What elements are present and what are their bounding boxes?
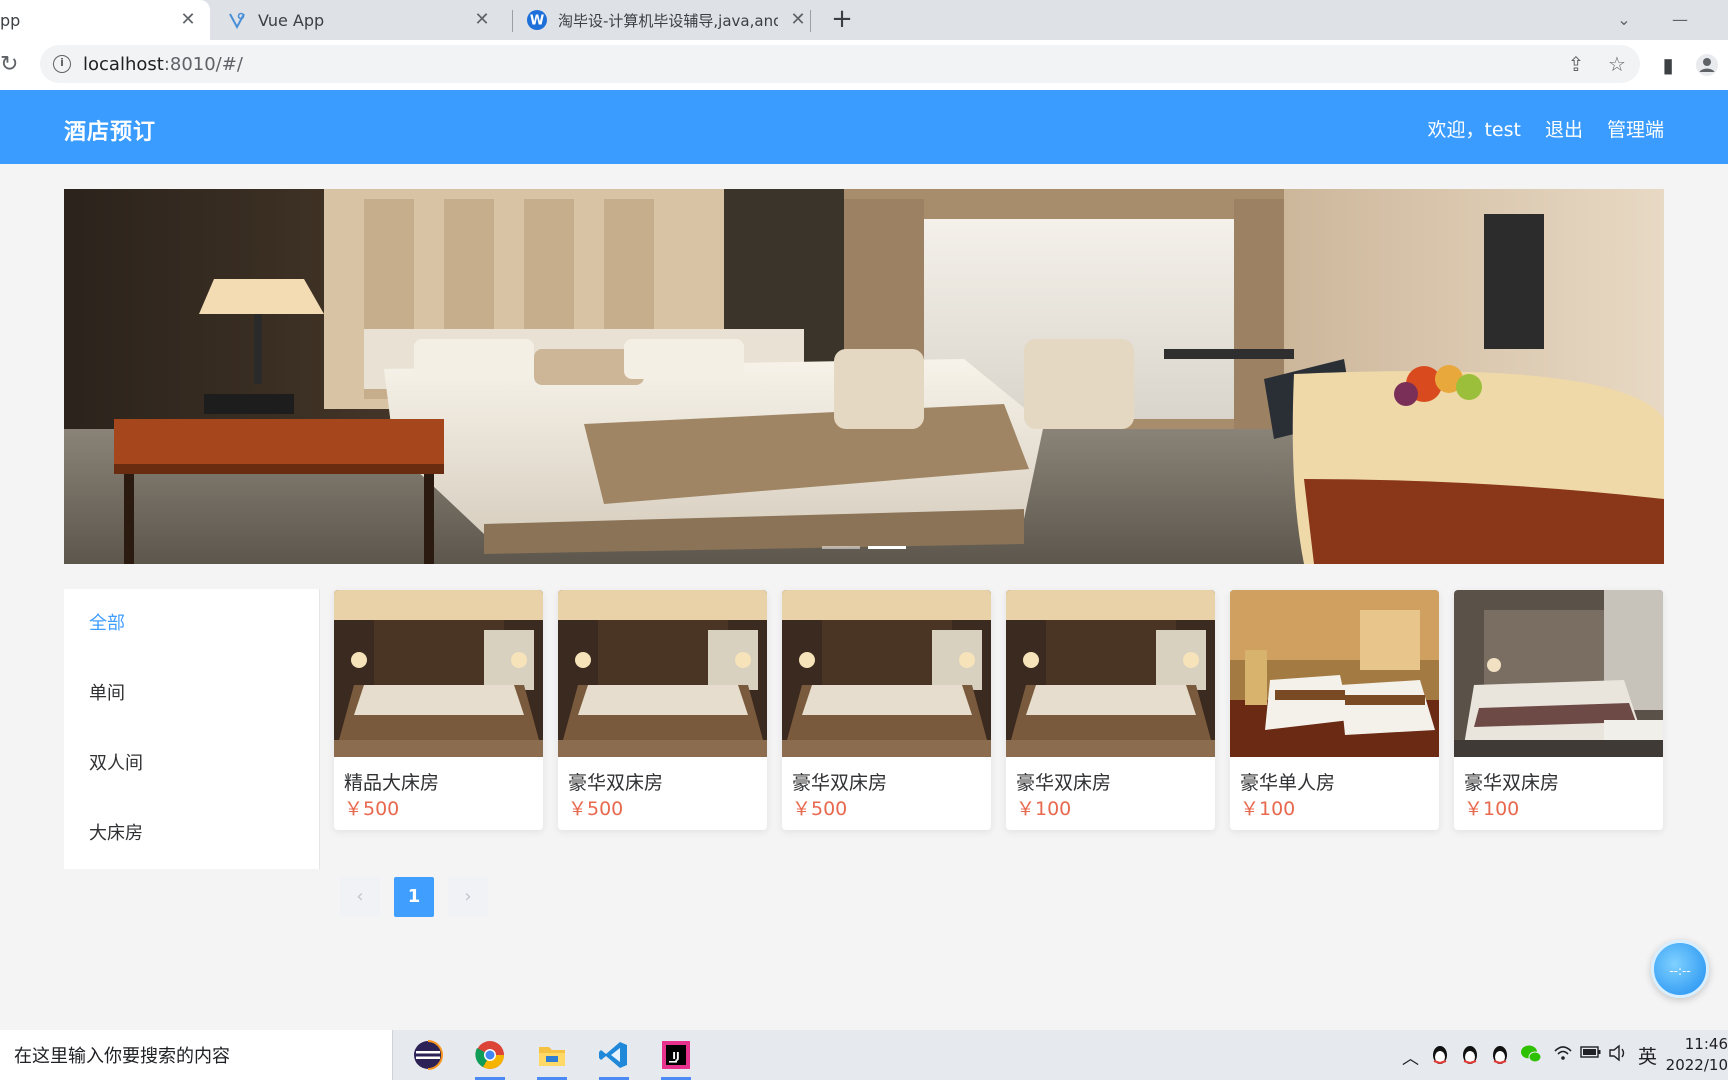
carousel-dot-active[interactable] bbox=[868, 546, 906, 549]
svg-text:IJ: IJ bbox=[672, 1051, 679, 1062]
room-price: ￥100 bbox=[1464, 798, 1520, 820]
welcome-user[interactable]: 欢迎，test bbox=[1427, 115, 1521, 142]
room-name: 豪华双床房 bbox=[1016, 772, 1112, 794]
room-card[interactable]: 豪华双床房 ￥100 bbox=[1006, 590, 1215, 830]
app-header: 酒店预订 欢迎，test 退出 管理端 bbox=[0, 90, 1728, 164]
site-info-icon[interactable]: i bbox=[53, 55, 71, 73]
minimize-icon[interactable]: — bbox=[1668, 8, 1692, 32]
wechat-tray-icon[interactable] bbox=[1520, 1044, 1542, 1069]
close-icon[interactable]: ✕ bbox=[178, 10, 198, 30]
battery-icon[interactable] bbox=[1580, 1044, 1602, 1064]
browser-tab-bar: pp ✕ Vue App ✕ W 淘毕设-计算机毕设辅导,java,and ✕ … bbox=[0, 0, 1728, 40]
vue-favicon-icon bbox=[226, 9, 248, 31]
qq-tray-icon[interactable] bbox=[1490, 1044, 1510, 1071]
admin-link[interactable]: 管理端 bbox=[1607, 115, 1664, 142]
page-number-current[interactable]: 1 bbox=[394, 877, 434, 917]
tab-title: pp bbox=[0, 10, 21, 30]
room-price: ￥500 bbox=[792, 798, 848, 820]
bookmark-star-icon[interactable]: ☆ bbox=[1605, 52, 1629, 76]
room-photo bbox=[782, 590, 991, 757]
room-price: ￥500 bbox=[568, 798, 624, 820]
new-tab-button[interactable]: + bbox=[828, 6, 856, 34]
room-card[interactable]: 豪华单人房 ￥100 bbox=[1230, 590, 1439, 830]
carousel-dot[interactable] bbox=[822, 546, 860, 549]
file-explorer-app-icon[interactable] bbox=[533, 1036, 571, 1080]
close-icon[interactable]: ✕ bbox=[472, 10, 492, 30]
wifi-icon[interactable] bbox=[1553, 1044, 1573, 1067]
room-card[interactable]: 豪华双床房 ￥500 bbox=[782, 590, 991, 830]
room-card[interactable]: 豪华双床房 ￥100 bbox=[1454, 590, 1663, 830]
category-menu: 全部 单间 双人间 大床房 bbox=[64, 589, 320, 869]
reload-icon[interactable]: ↻ bbox=[0, 53, 24, 77]
w-favicon-icon: W bbox=[526, 9, 548, 31]
room-card[interactable]: 精品大床房 ￥500 bbox=[334, 590, 543, 830]
category-single[interactable]: 单间 bbox=[64, 659, 319, 729]
tab-title: 淘毕设-计算机毕设辅导,java,and bbox=[558, 11, 778, 30]
logout-link[interactable]: 退出 bbox=[1545, 115, 1583, 142]
room-name: 精品大床房 bbox=[344, 772, 440, 794]
vscode-app-icon[interactable] bbox=[595, 1036, 633, 1080]
room-name: 豪华双床房 bbox=[568, 772, 664, 794]
clock-time: 11:46 bbox=[1684, 1035, 1728, 1053]
close-icon[interactable]: ✕ bbox=[788, 10, 808, 30]
tab-title: Vue App bbox=[258, 10, 325, 30]
category-double[interactable]: 双人间 bbox=[64, 729, 319, 799]
carousel-banner[interactable] bbox=[64, 189, 1664, 564]
eclipse-app-icon[interactable] bbox=[409, 1036, 447, 1074]
ime-indicator[interactable]: 英 bbox=[1638, 1042, 1657, 1069]
tab-separator bbox=[512, 10, 513, 32]
room-photo bbox=[1006, 590, 1215, 757]
clock-date: 2022/10 bbox=[1665, 1056, 1728, 1074]
hotel-room-banner-image bbox=[64, 189, 1664, 564]
tray-chevron-up-icon[interactable]: ︿ bbox=[1402, 1044, 1419, 1069]
brand-title[interactable]: 酒店预订 bbox=[64, 114, 156, 146]
room-photo bbox=[1454, 590, 1663, 757]
room-price: ￥100 bbox=[1240, 798, 1296, 820]
chrome-app-icon[interactable] bbox=[471, 1036, 509, 1080]
room-photo bbox=[558, 590, 767, 757]
room-photo bbox=[334, 590, 543, 757]
carousel-indicators bbox=[822, 546, 906, 549]
room-name: 豪华双床房 bbox=[792, 772, 888, 794]
side-panel-icon[interactable]: ▮ bbox=[1656, 53, 1680, 77]
svg-text:W: W bbox=[530, 14, 544, 29]
taskbar-search-input[interactable]: 在这里输入你要搜索的内容 bbox=[0, 1030, 393, 1080]
tab-vue-app[interactable]: Vue App ✕ bbox=[226, 0, 506, 40]
system-clock[interactable]: 11:46 2022/10 bbox=[1658, 1034, 1728, 1076]
tab-taobishe[interactable]: W 淘毕设-计算机毕设辅导,java,and ✕ bbox=[526, 0, 810, 40]
qq-tray-icon[interactable] bbox=[1460, 1044, 1480, 1071]
room-price: ￥100 bbox=[1016, 798, 1072, 820]
qq-tray-icon[interactable] bbox=[1430, 1044, 1450, 1071]
svg-text:--:--: --:-- bbox=[1669, 964, 1690, 978]
category-king-bed[interactable]: 大床房 bbox=[64, 799, 319, 869]
volume-icon[interactable] bbox=[1608, 1044, 1628, 1067]
tab-search-chevron-icon[interactable]: ⌄ bbox=[1612, 8, 1636, 32]
next-page-button[interactable]: › bbox=[448, 877, 488, 917]
room-price: ￥500 bbox=[344, 798, 400, 820]
floating-assistant-button[interactable]: --:-- bbox=[1651, 940, 1709, 998]
room-name: 豪华双床房 bbox=[1464, 772, 1560, 794]
pagination: ‹ 1 › bbox=[340, 877, 488, 917]
address-bar: ↻ i localhost:8010/#/ ⇪ ☆ bbox=[0, 40, 1728, 90]
share-icon[interactable]: ⇪ bbox=[1564, 52, 1588, 76]
room-card[interactable]: 豪华双床房 ￥500 bbox=[558, 590, 767, 830]
windows-taskbar: 在这里输入你要搜索的内容 IJ ︿ 英 11:46 2022/10 bbox=[0, 1030, 1728, 1080]
tab-active[interactable]: pp ✕ bbox=[0, 0, 210, 40]
room-name: 豪华单人房 bbox=[1240, 772, 1336, 794]
prev-page-button[interactable]: ‹ bbox=[340, 877, 380, 917]
header-nav: 欢迎，test 退出 管理端 bbox=[1427, 115, 1664, 142]
intellij-app-icon[interactable]: IJ bbox=[657, 1036, 695, 1080]
tab-separator bbox=[810, 10, 811, 32]
profile-avatar-icon[interactable] bbox=[1695, 53, 1719, 77]
category-all[interactable]: 全部 bbox=[64, 589, 319, 659]
omnibox[interactable]: i localhost:8010/#/ ⇪ ☆ bbox=[40, 45, 1640, 83]
url-text[interactable]: localhost:8010/#/ bbox=[83, 54, 243, 75]
assistant-icon: --:-- bbox=[1669, 964, 1690, 978]
room-photo bbox=[1230, 590, 1439, 757]
room-list: 精品大床房 ￥500 豪华双床房 ￥500 豪华双床房 ￥500 豪华双床房 ￥… bbox=[334, 590, 1664, 830]
